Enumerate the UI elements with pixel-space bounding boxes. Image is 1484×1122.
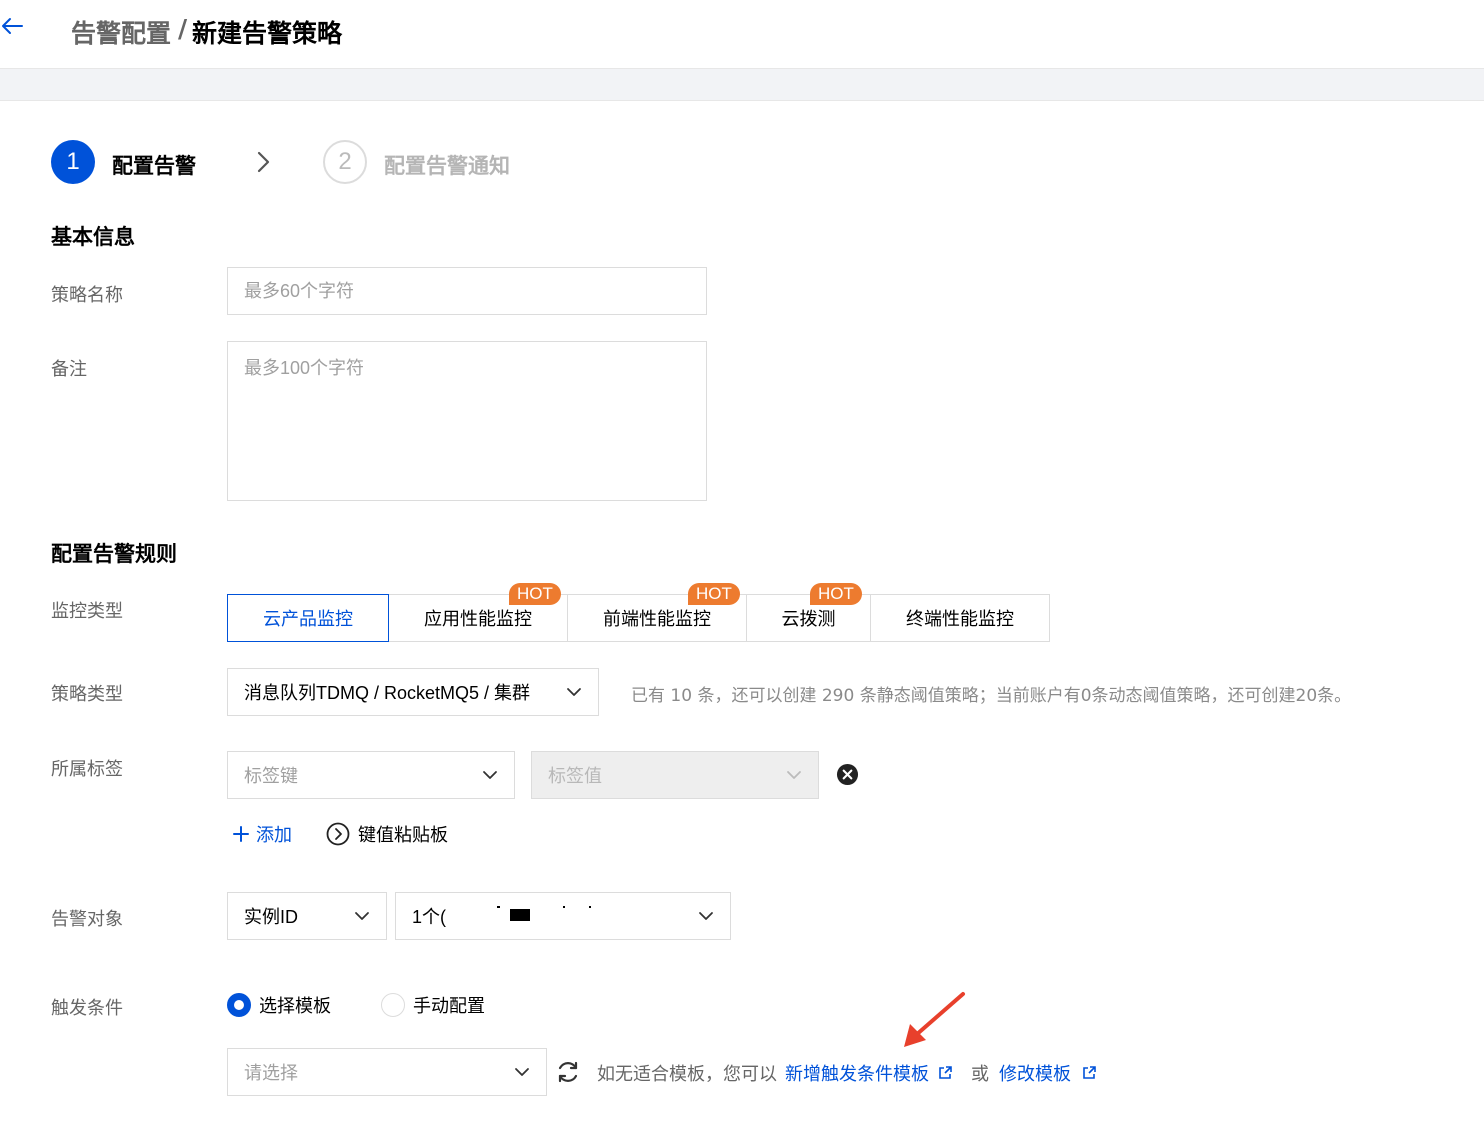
monitor-type-label: 监控类型 — [51, 601, 123, 622]
external-link-icon[interactable] — [937, 1065, 953, 1081]
redaction-mark — [589, 906, 591, 908]
policy-type-label: 策略类型 — [51, 684, 123, 705]
template-placeholder: 请选择 — [244, 1063, 298, 1083]
policy-type-select[interactable]: 消息队列TDMQ / RocketMQ5 / 集群 — [227, 668, 599, 716]
page-title: 新建告警策略 — [192, 19, 343, 48]
remove-tag-icon[interactable] — [836, 763, 859, 786]
circle-chevron-right-icon — [326, 822, 350, 846]
step-1-label: 配置告警 — [112, 154, 196, 178]
breadcrumb-separator: / — [178, 14, 188, 43]
tab-cloud-dial-test[interactable]: 云拨测 HOT — [747, 583, 871, 642]
policy-quota-hint: 已有 10 条，还可以创建 290 条静态阈值策略；当前账户有0条动态阈值策略，… — [631, 686, 1352, 706]
step-2-indicator: 2 — [323, 140, 367, 184]
radio-label: 选择模板 — [259, 996, 331, 1017]
edit-template-link[interactable]: 修改模板 — [999, 1060, 1071, 1086]
target-instance-select[interactable]: 1个( — [395, 892, 731, 940]
refresh-icon[interactable] — [555, 1059, 581, 1085]
tab-terminal-performance[interactable]: 终端性能监控 — [871, 594, 1050, 642]
template-hint: 如无适合模板，您可以 — [597, 1064, 777, 1085]
header-divider-band — [0, 69, 1484, 101]
tab-cloud-product-monitor[interactable]: 云产品监控 — [227, 594, 389, 642]
target-instance-value: 1个( — [412, 907, 447, 927]
chevron-down-icon — [515, 1068, 529, 1076]
radio-label: 手动配置 — [413, 996, 485, 1017]
add-tag-button[interactable]: 添加 — [232, 821, 292, 847]
tag-value-placeholder: 标签值 — [548, 766, 602, 786]
radio-indicator-checked[interactable] — [227, 993, 251, 1017]
radio-indicator-unchecked[interactable] — [381, 993, 405, 1017]
monitor-type-tabs: 云产品监控 应用性能监控 HOT 前端性能监控 HOT 云拨测 HOT 终端性能… — [227, 583, 1050, 642]
radio-select-template[interactable]: 选择模板 — [227, 992, 331, 1018]
tab-label: 终端性能监控 — [906, 609, 1014, 630]
target-type-value: 实例ID — [244, 907, 298, 927]
tab-label: 前端性能监控 — [603, 609, 711, 630]
tag-key-placeholder: 标签键 — [244, 766, 298, 786]
radio-manual-config[interactable]: 手动配置 — [381, 992, 485, 1018]
add-tag-label: 添加 — [256, 825, 292, 846]
tag-value-select: 标签值 — [531, 751, 819, 799]
template-hint-row: 如无适合模板，您可以 新增触发条件模板 或 修改模板 — [597, 1060, 1097, 1086]
tab-apm[interactable]: 应用性能监控 HOT — [389, 583, 568, 642]
redaction-mark — [497, 906, 500, 908]
key-value-clipboard-button[interactable]: 键值粘贴板 — [326, 821, 448, 847]
chevron-down-icon — [567, 688, 581, 696]
policy-name-label: 策略名称 — [51, 285, 123, 306]
hot-badge: HOT — [688, 583, 740, 605]
tab-label: 云拨测 — [781, 609, 836, 630]
back-arrow-icon[interactable] — [0, 12, 26, 40]
chevron-down-icon — [355, 912, 369, 920]
or-text: 或 — [971, 1064, 989, 1085]
tab-label: 云产品监控 — [263, 609, 353, 630]
hot-badge: HOT — [810, 583, 862, 605]
template-select[interactable]: 请选择 — [227, 1048, 547, 1096]
remark-label: 备注 — [51, 359, 87, 380]
hot-badge: HOT — [509, 583, 561, 605]
chevron-down-icon — [483, 771, 497, 779]
chevron-right-icon — [257, 151, 270, 173]
plus-icon — [233, 826, 249, 842]
tag-key-select[interactable]: 标签键 — [227, 751, 515, 799]
tab-frontend-performance[interactable]: 前端性能监控 HOT — [568, 583, 747, 642]
tab-label: 应用性能监控 — [424, 609, 532, 630]
breadcrumb-parent[interactable]: 告警配置 — [71, 14, 171, 50]
annotation-arrow-icon — [904, 992, 965, 1047]
tag-label: 所属标签 — [51, 759, 123, 780]
policy-name-input[interactable] — [227, 267, 707, 315]
key-value-clipboard-label: 键值粘贴板 — [358, 825, 448, 846]
step-2-label: 配置告警通知 — [384, 154, 510, 178]
chevron-down-icon — [699, 912, 713, 920]
alarm-rules-title: 配置告警规则 — [51, 542, 177, 566]
external-link-icon[interactable] — [1081, 1065, 1097, 1081]
chevron-down-icon — [787, 771, 801, 779]
policy-type-value: 消息队列TDMQ / RocketMQ5 / 集群 — [244, 683, 531, 703]
redaction-mark — [563, 906, 565, 908]
trigger-condition-label: 触发条件 — [51, 998, 123, 1019]
target-type-select[interactable]: 实例ID — [227, 892, 387, 940]
basic-info-title: 基本信息 — [51, 225, 135, 249]
remark-textarea[interactable] — [227, 341, 707, 501]
alarm-target-label: 告警对象 — [51, 909, 123, 930]
redaction-mark — [510, 909, 530, 921]
new-template-link[interactable]: 新增触发条件模板 — [785, 1060, 929, 1086]
step-1-indicator: 1 — [51, 140, 95, 184]
